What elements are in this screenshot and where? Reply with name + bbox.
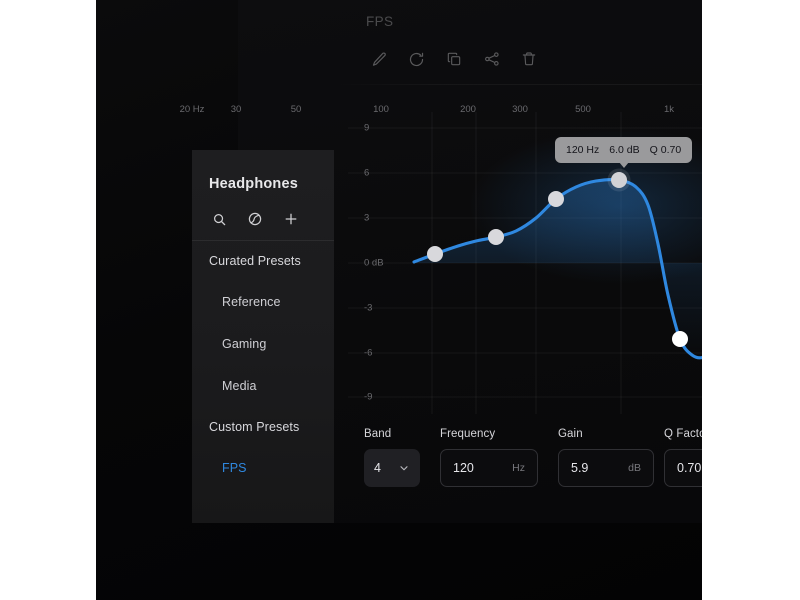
- sidebar-title: Headphones: [209, 176, 299, 192]
- reset-icon[interactable]: [406, 48, 428, 70]
- x-axis-tick: 100: [373, 104, 389, 115]
- tooltip-frequency: 120 Hz: [566, 144, 600, 156]
- eq-band-handle-3[interactable]: [548, 191, 564, 207]
- x-axis-tick: 1k: [663, 104, 675, 115]
- band-control: Band 4: [364, 428, 420, 487]
- equalizer-app-window: FPS 20 Hz 30 50 100 200 300 500 1k 9 6 3…: [96, 0, 702, 600]
- band-label: Band: [364, 428, 392, 440]
- presets-sidebar: Headphones Curated Presets Custom Presets…: [192, 150, 334, 523]
- screenshot-stage: FPS 20 Hz 30 50 100 200 300 500 1k 9 6 3…: [0, 0, 800, 600]
- q-factor-input[interactable]: 0.70: [664, 449, 702, 487]
- eq-band-handle-2[interactable]: [488, 229, 504, 245]
- y-axis-tick: -9: [364, 391, 373, 403]
- band-select-value: 4: [374, 461, 381, 475]
- search-icon[interactable]: [209, 209, 229, 229]
- y-axis-tick: 6: [364, 167, 370, 179]
- y-axis-tick: -6: [364, 347, 373, 359]
- band-select[interactable]: 4: [364, 449, 420, 487]
- q-factor-control: Q Factor 0.70: [664, 428, 702, 487]
- x-axis-tick: 20 Hz: [179, 104, 205, 115]
- gain-control: Gain 5.9 dB: [558, 428, 654, 487]
- frequency-control: Frequency 120 Hz: [440, 428, 538, 487]
- frequency-unit: Hz: [512, 462, 525, 474]
- gain-value: 5.9: [571, 461, 589, 475]
- gain-unit: dB: [628, 462, 641, 474]
- y-axis-tick: 9: [364, 122, 370, 134]
- x-axis-tick: 200: [460, 104, 476, 115]
- sidebar-divider: [192, 240, 334, 241]
- gain-label: Gain: [558, 428, 583, 440]
- tooltip-q: Q 0.70: [649, 144, 682, 156]
- tooltip-gain: 6.0 dB: [609, 144, 640, 156]
- y-axis-tick: -3: [364, 302, 373, 314]
- discover-icon[interactable]: [245, 209, 265, 229]
- gain-input[interactable]: 5.9 dB: [558, 449, 654, 487]
- eq-band-handle-1[interactable]: [427, 246, 443, 262]
- frequency-input[interactable]: 120 Hz: [440, 449, 538, 487]
- duplicate-icon[interactable]: [443, 48, 465, 70]
- band-parameter-controls: Band 4 Frequency 120 Hz Gain 5.9 dB Q Fa…: [364, 428, 702, 494]
- share-icon[interactable]: [481, 48, 503, 70]
- y-axis-tick: 3: [364, 212, 370, 224]
- x-axis-tick: 50: [290, 104, 302, 115]
- eq-band-handle-5[interactable]: [672, 331, 688, 347]
- add-icon[interactable]: [281, 209, 301, 229]
- delete-icon[interactable]: [518, 48, 540, 70]
- sidebar-item-media[interactable]: Media: [222, 379, 257, 393]
- sidebar-item-fps[interactable]: FPS: [222, 461, 247, 475]
- page-title: FPS: [366, 14, 394, 29]
- y-axis-tick: 0 dB: [364, 257, 384, 269]
- sidebar-item-gaming[interactable]: Gaming: [222, 337, 266, 351]
- chevron-down-icon: [398, 462, 410, 474]
- sidebar-item-reference[interactable]: Reference: [222, 295, 281, 309]
- toolbar-divider: [336, 84, 702, 85]
- x-axis-tick: 300: [512, 104, 528, 115]
- sidebar-group-curated-presets[interactable]: Curated Presets: [209, 254, 301, 268]
- frequency-value: 120: [453, 461, 474, 475]
- q-factor-value: 0.70: [677, 461, 702, 475]
- eq-band-handle-4[interactable]: [611, 172, 627, 188]
- tooltip-pointer: [618, 162, 629, 168]
- sidebar-actions: [209, 206, 301, 232]
- sidebar-group-custom-presets[interactable]: Custom Presets: [209, 420, 299, 434]
- x-axis-tick: 500: [575, 104, 591, 115]
- frequency-label: Frequency: [440, 428, 496, 440]
- preset-toolbar: [368, 44, 540, 74]
- edit-icon[interactable]: [368, 48, 390, 70]
- band-value-tooltip: 120 Hz 6.0 dB Q 0.70: [555, 137, 693, 168]
- x-axis-tick: 30: [230, 104, 242, 115]
- q-factor-label: Q Factor: [664, 428, 702, 440]
